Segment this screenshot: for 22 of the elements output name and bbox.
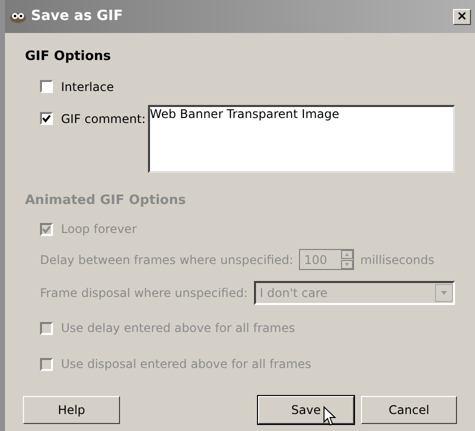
field-label: Frame disposal where unspecified: [40,285,248,302]
section-heading: Animated GIF Options [25,192,187,210]
comment-field[interactable]: Web Banner Transparent Image [148,104,455,172]
dropdown-value: I don't care [260,285,329,302]
mouse-pointer-icon [323,406,336,426]
field-label: Delay between frames where unspecified: [40,252,294,268]
save-button[interactable]: Save [258,396,354,424]
checkbox-label: GIF comment: [61,110,146,128]
unit-label: milliseconds [360,252,434,268]
checkbox[interactable] [40,80,53,93]
spin-arrows-icon [341,250,354,269]
checkbox-label: Use disposal entered above for all frames [61,356,312,373]
cancel-button[interactable]: Cancel [361,396,457,424]
spinbox-value: 100 [303,252,328,268]
checkbox-label: Use delay entered above for all frames [61,320,295,337]
help-button[interactable]: Help [23,396,120,424]
checkbox-label: Interlace [61,78,114,96]
section-heading: GIF Options [25,48,112,66]
checkbox[interactable] [40,112,53,125]
window-title: Save as GIF [31,7,123,26]
close-button[interactable]: × [453,8,471,24]
checkbox-label: Loop forever [61,221,137,238]
